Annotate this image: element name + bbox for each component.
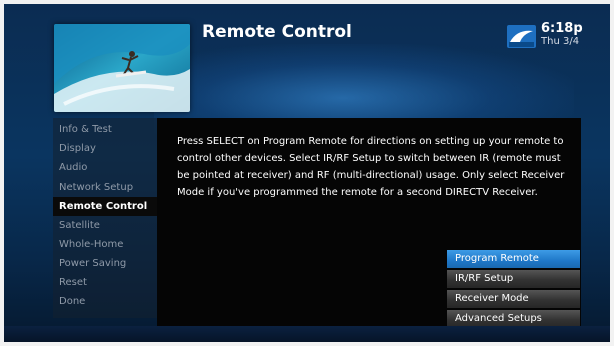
description-text: Press SELECT on Program Remote for direc… (177, 136, 565, 198)
bottom-bar (4, 326, 610, 342)
page-title: Remote Control (202, 22, 352, 42)
sidebar-item-info-test[interactable]: Info & Test (53, 120, 157, 139)
receiver-mode-button[interactable]: Receiver Mode (447, 290, 580, 308)
clock-time: 6:18p (541, 21, 583, 36)
sidebar-item-power-saving[interactable]: Power Saving (53, 254, 157, 273)
sidebar-item-done[interactable]: Done (53, 292, 157, 311)
settings-sidebar: Info & Test Display Audio Network Setup … (53, 118, 157, 318)
sidebar-item-reset[interactable]: Reset (53, 273, 157, 292)
sidebar-item-satellite[interactable]: Satellite (53, 216, 157, 235)
tv-screen: Remote Control 6:18p Thu 3/4 Info & Test… (4, 4, 610, 342)
ir-rf-setup-button[interactable]: IR/RF Setup (447, 270, 580, 288)
sidebar-item-audio[interactable]: Audio (53, 158, 157, 177)
sidebar-item-display[interactable]: Display (53, 139, 157, 158)
surfer-thumbnail (54, 24, 190, 112)
content-panel: Press SELECT on Program Remote for direc… (157, 118, 581, 334)
sidebar-item-whole-home[interactable]: Whole-Home (53, 235, 157, 254)
directv-logo-icon (507, 25, 536, 48)
sidebar-item-network-setup[interactable]: Network Setup (53, 178, 157, 197)
clock-date: Thu 3/4 (541, 36, 580, 47)
program-remote-button[interactable]: Program Remote (447, 250, 580, 268)
sidebar-item-remote-control[interactable]: Remote Control (53, 197, 157, 216)
